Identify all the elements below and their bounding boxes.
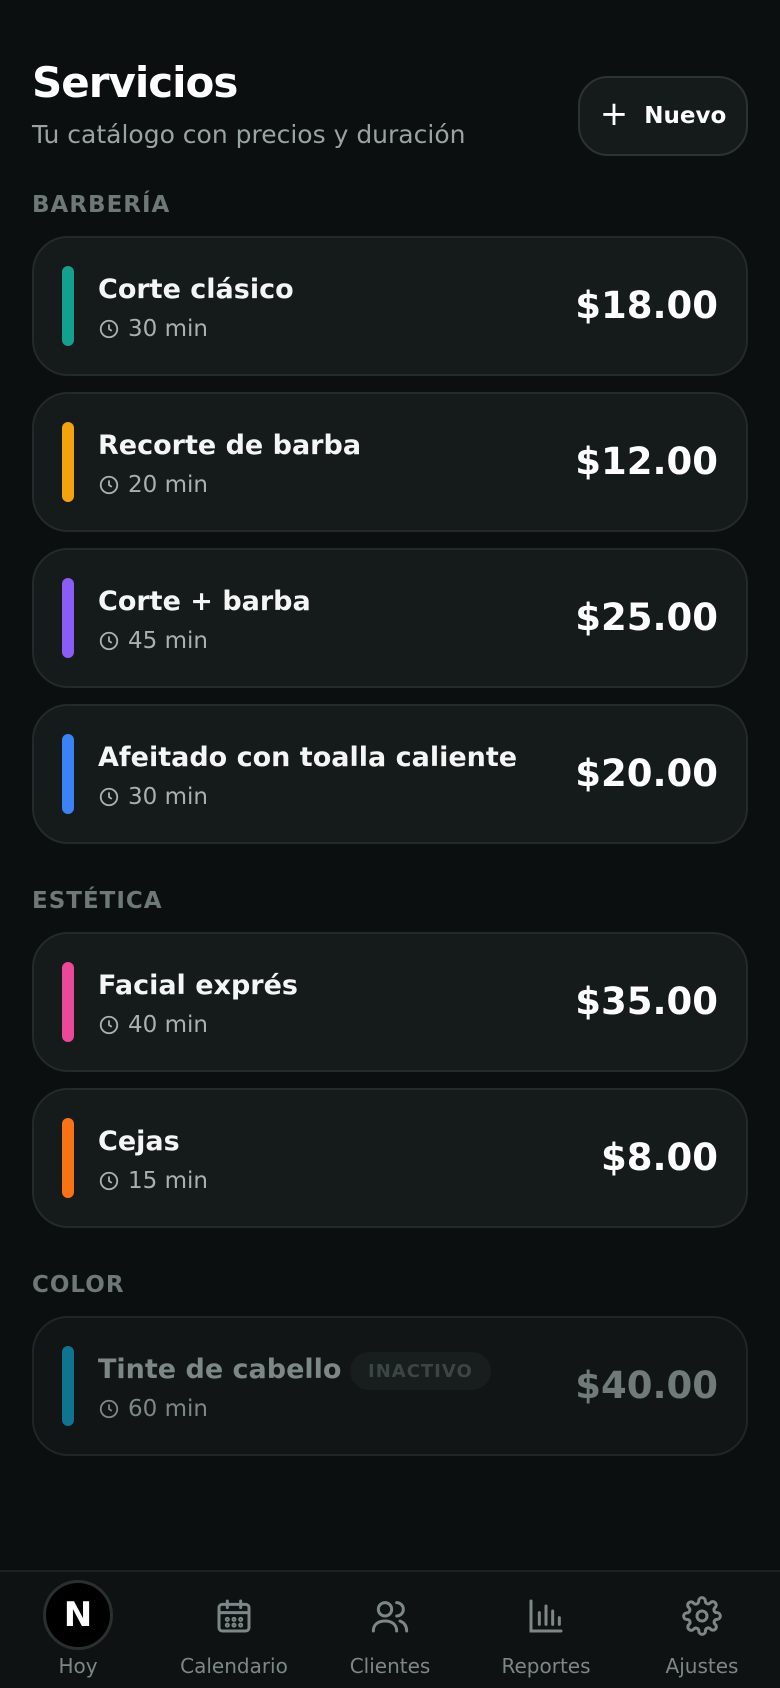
service-card[interactable]: Tinte de cabello INACTIVO 60 min $40.00 [32,1316,748,1456]
service-duration-value: 60 min [128,1396,208,1422]
new-service-button-label: Nuevo [644,103,727,129]
service-duration: 30 min [98,784,208,810]
clock-icon [99,787,119,807]
service-duration: 20 min [98,472,208,498]
service-color-bar [62,578,74,658]
services-screen: Servicios Tu catálogo con precios y dura… [0,0,780,1688]
calendar-icon [217,1599,251,1633]
service-price: $25.00 [575,596,718,639]
service-price: $40.00 [575,1364,718,1407]
service-card[interactable]: Recorte de barba 20 min $12.00 [32,392,748,532]
service-color-bar [62,1346,74,1426]
users-icon [371,1601,409,1633]
gear-icon [682,1596,722,1636]
service-duration-value: 30 min [128,316,208,342]
clock-icon [99,319,119,339]
service-price: $8.00 [600,1136,718,1179]
service-name: Facial exprés [98,970,298,1001]
tab-label: Clientes [349,1654,431,1678]
new-service-button[interactable]: + Nuevo [578,76,748,156]
service-name: Corte clásico [98,274,294,305]
tab-clientes[interactable]: Clientes [312,1572,468,1688]
service-color-bar [62,266,74,346]
service-price: $12.00 [575,440,718,483]
plus-icon: + [599,94,629,134]
clock-icon [99,1399,119,1419]
service-price: $20.00 [575,752,718,795]
service-duration: 30 min [98,316,208,342]
service-duration: 40 min [98,1012,208,1038]
service-duration: 45 min [98,628,208,654]
service-duration-value: 30 min [128,784,208,810]
service-name: Afeitado con toalla caliente [98,742,518,773]
tab-reportes[interactable]: Reportes [468,1572,624,1688]
clock-icon [99,475,119,495]
clock-icon [99,631,119,651]
service-duration-value: 40 min [128,1012,208,1038]
service-card[interactable]: Afeitado con toalla caliente 30 min $20.… [32,704,748,844]
service-card[interactable]: Cejas 15 min $8.00 [32,1088,748,1228]
tab-hoy[interactable]: N Hoy [0,1572,156,1688]
tab-label: Reportes [501,1654,591,1678]
home-icon: N [43,1580,113,1650]
service-duration-value: 45 min [128,628,208,654]
service-card[interactable]: Corte + barba 45 min $25.00 [32,548,748,688]
service-duration: 60 min [98,1396,208,1422]
section-label-color: COLOR [32,1272,125,1298]
service-duration: 15 min [98,1168,208,1194]
tab-calendario[interactable]: Calendario [156,1572,312,1688]
page-header: Servicios Tu catálogo con precios y dura… [32,58,748,158]
service-name: Recorte de barba [98,430,362,461]
service-card[interactable]: Facial exprés 40 min $35.00 [32,932,748,1072]
service-color-bar [62,962,74,1042]
bar-chart-icon [529,1599,563,1633]
section-label-estetica: ESTÉTICA [32,888,163,914]
tab-label: Ajustes [665,1654,739,1678]
tab-ajustes[interactable]: Ajustes [624,1572,780,1688]
service-card[interactable]: Corte clásico 30 min $18.00 [32,236,748,376]
bottom-tab-bar: N Hoy Calendario Clientes Reportes Ajust… [0,1570,780,1688]
service-duration-value: 20 min [128,472,208,498]
clock-icon [99,1015,119,1035]
service-price: $18.00 [575,284,718,327]
service-duration-value: 15 min [128,1168,208,1194]
tab-label: Hoy [58,1654,98,1678]
service-color-bar [62,422,74,502]
clock-icon [99,1171,119,1191]
service-name: Corte + barba [98,586,311,617]
inactive-badge: INACTIVO [350,1352,491,1390]
section-label-barberia: BARBERÍA [32,192,171,218]
service-color-bar [62,734,74,814]
service-name: Cejas [98,1126,180,1157]
service-price: $35.00 [575,980,718,1023]
service-color-bar [62,1118,74,1198]
service-name: Tinte de cabello [98,1354,342,1385]
tab-label: Calendario [180,1654,288,1678]
